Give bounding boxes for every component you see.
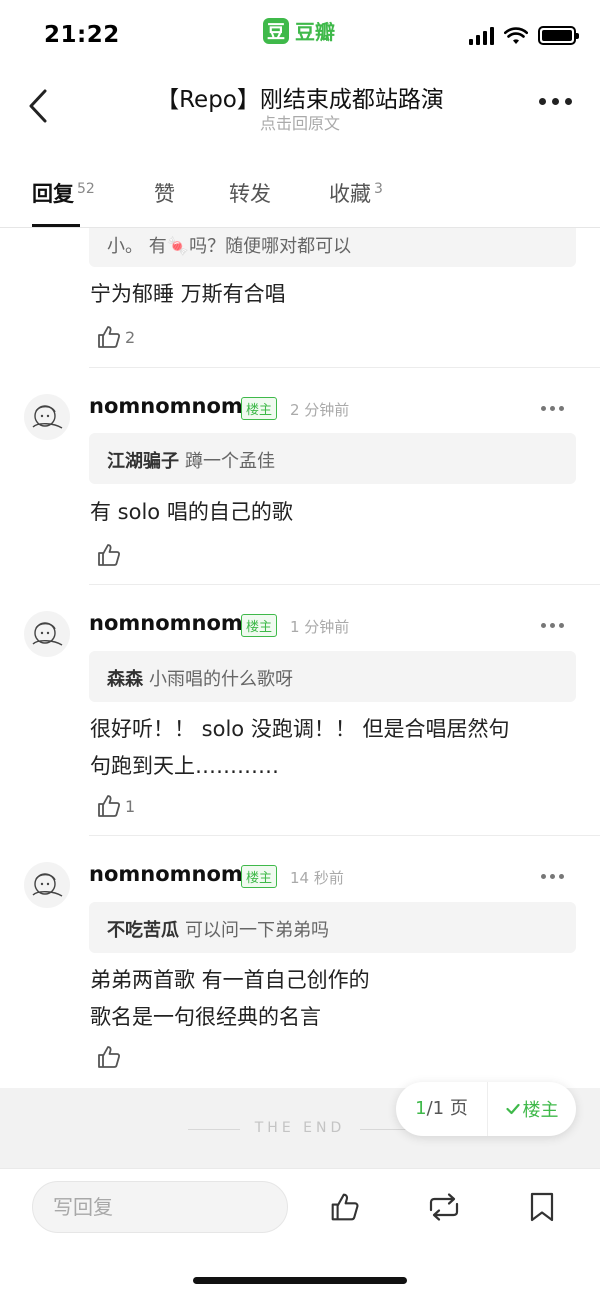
back-to-original-link[interactable]: 点击回原文 — [110, 110, 490, 134]
status-bar: 21:22 豆 豆瓣 — [0, 0, 600, 64]
like-post-button[interactable] — [325, 1187, 365, 1227]
avatar-doodle-icon — [32, 873, 63, 897]
comment-more-button[interactable] — [541, 623, 564, 628]
page-title: 【Repo】刚结束成都站路演 — [156, 87, 444, 113]
thumbs-up-icon — [98, 544, 121, 566]
tab-reposts[interactable]: 转发 — [229, 178, 271, 208]
op-badge: 楼主 — [241, 614, 278, 637]
like-count: 1 — [125, 796, 136, 816]
comment-item: nomnomnom 楼主 1 分钟前 森森 小雨唱的什么歌呀 很好听！！ solo… — [0, 585, 600, 836]
bottom-bar — [0, 1168, 600, 1299]
tab-count: 3 — [374, 181, 383, 197]
comment-time: 2 分钟前 — [290, 401, 350, 419]
comment-body: 有 solo 唱的自己的歌 — [90, 500, 293, 524]
tab-likes[interactable]: 赞 — [154, 178, 175, 208]
bookmark-button[interactable] — [522, 1187, 562, 1227]
back-button[interactable] — [18, 84, 58, 128]
quote-text: 小雨唱的什么歌呀 — [149, 669, 293, 690]
tab-count: 52 — [77, 181, 95, 197]
thumbs-up-icon — [98, 326, 121, 348]
more-dots-icon — [541, 406, 546, 411]
username[interactable]: nomnomnom — [89, 862, 243, 886]
comment-time: 14 秒前 — [290, 869, 344, 887]
comment-more-button[interactable] — [541, 874, 564, 879]
quoted-reply[interactable]: 小。 有🍬吗？随便哪对都可以 — [89, 228, 576, 267]
avatar[interactable] — [24, 394, 70, 440]
comment-item: nomnomnom 楼主 2 分钟前 江湖骗子 蹲一个孟佳 有 solo 唱的自己… — [0, 368, 600, 585]
comment-body: 很好听！！ solo 没跑调！！ 但是合唱居然句 句跑到天上………… — [90, 717, 510, 778]
checkmark-icon — [505, 1103, 520, 1115]
comment-item: nomnomnom 楼主 14 秒前 不吃苦瓜 可以问一下弟弟吗 弟弟两首歌 有一… — [0, 836, 600, 1088]
tab-label: 赞 — [154, 182, 175, 206]
avatar-doodle-icon — [32, 405, 63, 429]
comment-list[interactable]: 小。 有🍬吗？随便哪对都可以 宁为郁睡 万斯有合唱 2 nomnomnom 楼主… — [0, 228, 600, 1088]
quote-text: 可以问一下弟弟吗 — [185, 920, 329, 941]
avatar[interactable] — [24, 611, 70, 657]
comment-body: 宁为郁睡 万斯有合唱 — [90, 282, 286, 306]
quote-text: 小。 有🍬吗？随便哪对都可以 — [107, 236, 352, 257]
status-icons — [469, 26, 579, 45]
tab-bar: 回复 52 赞 转发 收藏 3 — [0, 168, 600, 228]
like-button[interactable] — [96, 542, 125, 568]
tab-replies[interactable]: 回复 52 — [32, 178, 95, 208]
op-badge: 楼主 — [241, 397, 278, 420]
total-pages: /1 页 — [426, 1098, 468, 1119]
comment-time: 1 分钟前 — [290, 618, 350, 636]
quoted-reply[interactable]: 不吃苦瓜 可以问一下弟弟吗 — [89, 902, 576, 953]
like-count: 2 — [125, 327, 136, 347]
nav-bar: 【Repo】刚结束成都站路演 点击回原文 — [0, 64, 600, 154]
avatar[interactable] — [24, 862, 70, 908]
like-button[interactable]: 2 — [96, 324, 135, 350]
bookmark-icon — [530, 1192, 554, 1222]
tab-label: 回复 — [32, 182, 74, 206]
username[interactable]: nomnomnom — [89, 611, 243, 635]
more-dots-icon — [539, 98, 546, 105]
op-filter-label: 楼主 — [522, 1100, 559, 1121]
avatar-doodle-icon — [32, 622, 63, 646]
quote-author: 森森 — [107, 669, 143, 690]
tab-favorites[interactable]: 收藏 3 — [329, 178, 383, 208]
active-tab-indicator — [32, 224, 80, 227]
floating-pager: 1/1 页 楼主 — [396, 1082, 576, 1136]
app-logo: 豆 豆瓣 — [263, 16, 335, 45]
tab-label: 收藏 — [329, 182, 371, 206]
douban-logo-icon: 豆 — [263, 17, 289, 44]
quoted-reply[interactable]: 森森 小雨唱的什么歌呀 — [89, 651, 576, 702]
comment-body: 弟弟两首歌 有一首自己创作的 歌名是一句很经典的名言 — [90, 968, 370, 1029]
chevron-left-icon — [29, 89, 47, 123]
app-name: 豆瓣 — [295, 20, 335, 44]
page-selector[interactable]: 1/1 页 — [396, 1082, 488, 1136]
current-page: 1 — [415, 1098, 427, 1119]
like-button[interactable] — [96, 1044, 125, 1070]
thumbs-up-icon — [98, 795, 121, 817]
comment-item: 小。 有🍬吗？随便哪对都可以 宁为郁睡 万斯有合唱 2 — [0, 228, 600, 368]
more-options-button[interactable] — [539, 98, 572, 105]
op-badge: 楼主 — [241, 865, 278, 888]
quoted-reply[interactable]: 江湖骗子 蹲一个孟佳 — [89, 433, 576, 484]
like-button[interactable]: 1 — [96, 793, 135, 819]
reply-input[interactable] — [32, 1181, 288, 1233]
thumbs-up-icon — [98, 1046, 121, 1068]
quote-author: 江湖骗子 — [107, 451, 179, 472]
tab-label: 转发 — [229, 182, 271, 206]
more-dots-icon — [541, 874, 546, 879]
wifi-icon — [504, 26, 528, 44]
home-indicator[interactable] — [193, 1277, 407, 1284]
comment-more-button[interactable] — [541, 406, 564, 411]
repost-button[interactable] — [424, 1187, 464, 1227]
cellular-signal-icon — [469, 26, 494, 45]
status-time: 21:22 — [44, 22, 120, 48]
more-dots-icon — [541, 623, 546, 628]
thumbs-up-icon — [331, 1193, 359, 1221]
repost-icon — [429, 1193, 459, 1221]
quote-author: 不吃苦瓜 — [107, 920, 179, 941]
op-only-filter[interactable]: 楼主 — [488, 1096, 576, 1122]
username[interactable]: nomnomnom — [89, 394, 243, 418]
battery-icon — [538, 26, 579, 45]
quote-text: 蹲一个孟佳 — [185, 451, 275, 472]
